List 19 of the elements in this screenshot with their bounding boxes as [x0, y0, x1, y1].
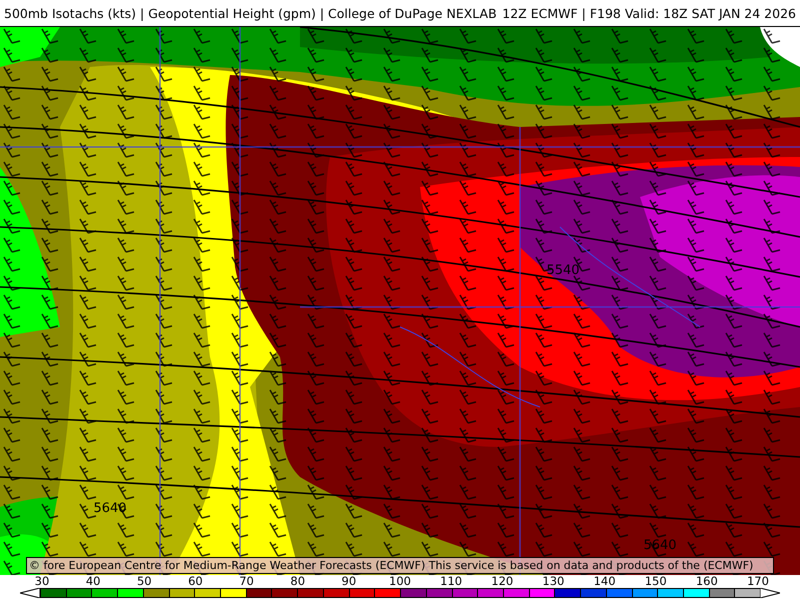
- legend-label: 150: [644, 575, 668, 588]
- legend-label: 100: [388, 575, 412, 588]
- legend-label: 80: [289, 575, 306, 588]
- contour-label: 5540: [546, 263, 580, 278]
- legend-label: 160: [694, 575, 719, 588]
- legend-label: 140: [592, 575, 617, 588]
- model-run-label: 12Z ECMWF | F198 Valid: 18Z SAT JAN 24 2026: [502, 6, 796, 20]
- legend-label: 40: [84, 575, 102, 588]
- legend-label: 50: [136, 575, 153, 588]
- legend-label: 130: [541, 575, 566, 588]
- legend-label: 60: [187, 575, 204, 588]
- legend-label: 70: [238, 575, 255, 588]
- map-title: 500mb Isotachs (kts) | Geopotential Height (gpm) | College of DuPage NEXLAB: [4, 6, 497, 20]
- legend-label: 110: [439, 575, 464, 588]
- legend-label: 30: [34, 575, 50, 588]
- legend-label: 90: [340, 575, 358, 588]
- credit-notice: © fore European Centre for Medium-Range Weather Forecasts (ECMWF) This service is based on data and products of the (ECMWF): [26, 557, 774, 574]
- legend-label: 120: [490, 575, 514, 588]
- legend-label: 170: [746, 575, 770, 588]
